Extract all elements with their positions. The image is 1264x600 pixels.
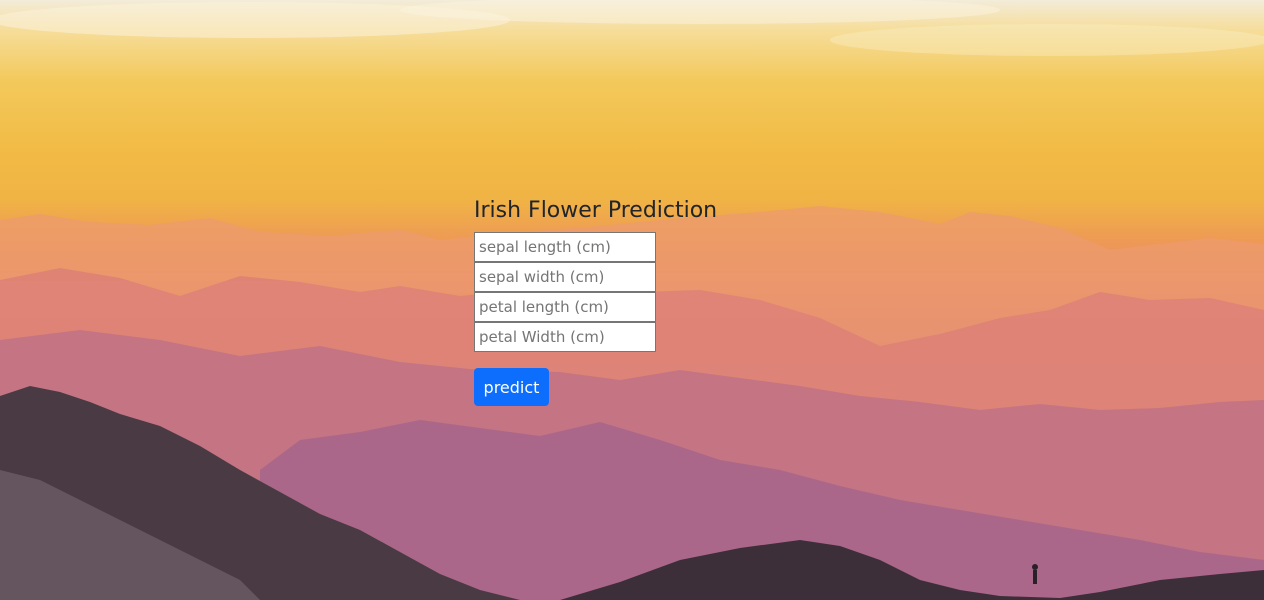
petal-length-input[interactable] [474, 292, 656, 322]
page-title: Irish Flower Prediction [474, 198, 718, 223]
prediction-form: Irish Flower Prediction predict [474, 196, 774, 406]
petal-width-input[interactable] [474, 322, 656, 352]
sepal-length-input[interactable] [474, 232, 656, 262]
predict-button[interactable]: predict [474, 368, 549, 406]
sepal-width-input[interactable] [474, 262, 656, 292]
